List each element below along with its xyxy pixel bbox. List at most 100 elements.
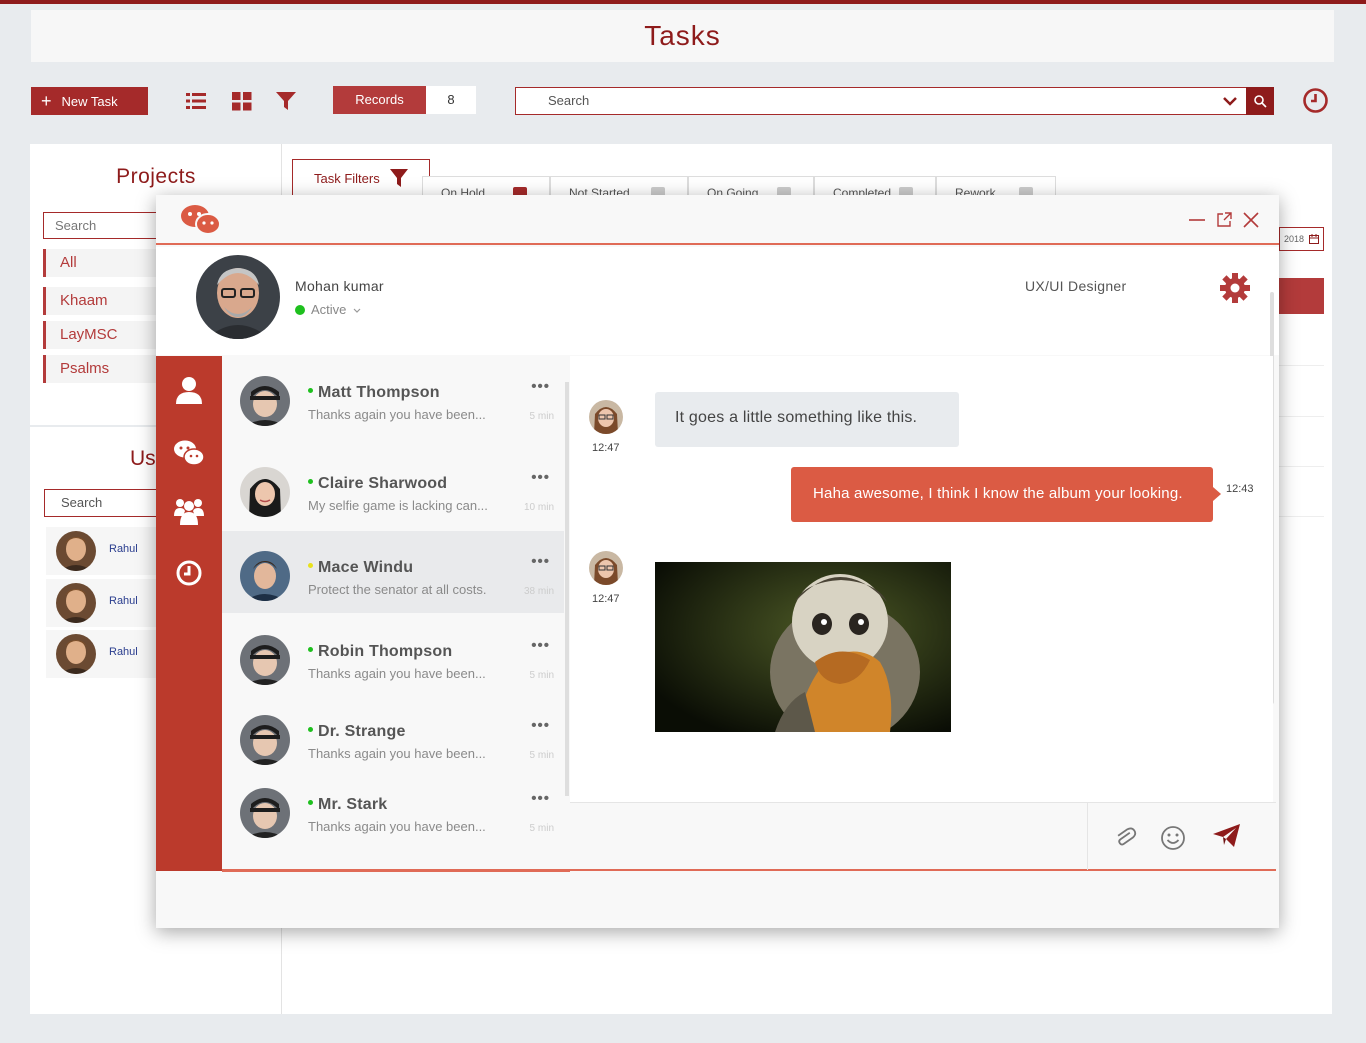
status-dropdown[interactable]: Active [295, 302, 362, 317]
chat-icon[interactable] [173, 438, 205, 470]
list-view-icon[interactable] [185, 90, 207, 112]
search-button[interactable] [1246, 87, 1274, 115]
message-time: 38 min [523, 586, 554, 597]
contact-name: Robin Thompson [308, 643, 452, 661]
table-header [1279, 278, 1324, 314]
page-title: Tasks [644, 20, 721, 51]
chat-logo-icon [181, 205, 221, 235]
popout-icon[interactable] [1215, 211, 1233, 229]
message-preview: Thanks again you have been... [308, 407, 486, 422]
incoming-message: It goes a little something like this. [655, 392, 959, 447]
online-indicator [295, 304, 305, 315]
more-options-icon[interactable]: ••• [531, 717, 550, 734]
message-area: 12:47 It goes a little something like th… [570, 356, 1273, 802]
more-options-icon[interactable]: ••• [531, 469, 550, 486]
avatar [240, 635, 290, 685]
profile-avatar [196, 255, 280, 339]
shared-image[interactable] [655, 562, 951, 732]
more-options-icon[interactable]: ••• [531, 378, 550, 395]
message-preview: Thanks again you have been... [308, 746, 486, 761]
filter-tab-on-going[interactable]: On Going [688, 176, 814, 196]
search-input[interactable]: Search [515, 87, 1247, 115]
chat-window: Mohan kumar Active UX/UI Designer Matt T… [156, 195, 1279, 928]
avatar [589, 551, 623, 585]
conversation-item-selected[interactable]: Mace Windu Protect the senator at all co… [222, 531, 564, 613]
message-timestamp: 12:43 [1226, 483, 1254, 495]
message-time: 5 min [529, 411, 554, 422]
page-header: Tasks [31, 10, 1334, 62]
table-cell [1279, 467, 1324, 517]
message-time: 10 min [523, 502, 554, 513]
more-options-icon[interactable]: ••• [531, 637, 550, 654]
new-task-label: New Task [61, 93, 118, 109]
more-options-icon[interactable]: ••• [531, 790, 550, 807]
message-preview: Protect the senator at all costs. [308, 582, 487, 597]
profile-name: Mohan kumar [295, 278, 384, 294]
grid-view-icon[interactable] [231, 90, 253, 112]
task-filters-tab[interactable]: Task Filters [292, 159, 430, 199]
conversation-item[interactable]: Robin Thompson Thanks again you have bee… [222, 615, 564, 697]
users-title: Us [130, 447, 156, 470]
filter-icon[interactable] [275, 90, 297, 112]
contact-name: Matt Thompson [308, 384, 440, 402]
avatar [589, 400, 623, 434]
avatar [240, 551, 290, 601]
conversation-item[interactable]: Mr. Stark Thanks again you have been... … [222, 768, 564, 850]
send-icon[interactable] [1212, 823, 1242, 849]
paperclip-icon[interactable] [1113, 825, 1137, 849]
minimize-icon[interactable] [1188, 211, 1206, 229]
user-name: Rahul [109, 543, 138, 555]
table-cell [1279, 367, 1324, 417]
message-preview: My selfie game is lacking can... [308, 498, 488, 513]
gear-icon[interactable] [1219, 272, 1251, 304]
group-icon[interactable] [173, 494, 205, 526]
chevron-down-icon [353, 308, 361, 313]
chat-window-header [156, 195, 1279, 245]
message-timestamp: 12:47 [592, 442, 620, 454]
profile-role: UX/UI Designer [1025, 278, 1127, 294]
task-filters-label: Task Filters [314, 171, 380, 186]
close-icon[interactable] [1242, 211, 1260, 229]
filter-icon [390, 169, 408, 187]
message-time: 5 min [529, 823, 554, 834]
avatar [56, 583, 96, 623]
filter-tab-not-started[interactable]: Not Started [550, 176, 688, 196]
chevron-down-icon[interactable] [1222, 92, 1238, 110]
filter-tab-completed[interactable]: Completed [814, 176, 936, 196]
message-time: 5 min [529, 750, 554, 761]
records-label: Records [333, 86, 426, 114]
contact-name: Claire Sharwood [308, 475, 447, 493]
conversation-item[interactable]: Matt Thompson Thanks again you have been… [222, 356, 564, 438]
avatar [240, 715, 290, 765]
avatar [240, 788, 290, 838]
contact-name: Mace Windu [308, 559, 413, 577]
more-options-icon[interactable]: ••• [531, 553, 550, 570]
top-accent-line [0, 0, 1366, 4]
outgoing-message: Haha awesome, I think I know the album y… [791, 467, 1221, 522]
user-name: Rahul [109, 646, 138, 658]
new-task-button[interactable]: + New Task [31, 87, 148, 115]
history-clock-icon[interactable] [173, 557, 205, 589]
scrollbar[interactable] [565, 382, 569, 796]
message-timestamp: 12:47 [592, 593, 620, 605]
emoji-icon[interactable] [1160, 825, 1186, 851]
list-divider [222, 869, 570, 872]
plus-icon: + [41, 91, 52, 111]
avatar [56, 531, 96, 571]
table-cell [1279, 316, 1324, 366]
calendar-icon [1309, 234, 1319, 244]
status-label: Active [311, 302, 347, 317]
clock-icon[interactable] [1302, 87, 1329, 114]
avatar [240, 467, 290, 517]
message-composer[interactable] [570, 802, 1276, 871]
projects-title: Projects [116, 165, 196, 188]
date-picker[interactable]: 2018 [1279, 227, 1324, 251]
user-icon[interactable] [173, 374, 205, 406]
chat-sidebar [156, 356, 222, 871]
filter-tab-rework[interactable]: Rework [936, 176, 1056, 196]
contact-name: Mr. Stark [308, 796, 387, 814]
conversation-item[interactable]: Dr. Strange Thanks again you have been..… [222, 695, 564, 777]
conversation-item[interactable]: Claire Sharwood My selfie game is lackin… [222, 447, 564, 529]
filter-tab-on-hold[interactable]: On Hold [422, 176, 550, 196]
search-placeholder: Search [548, 93, 590, 108]
